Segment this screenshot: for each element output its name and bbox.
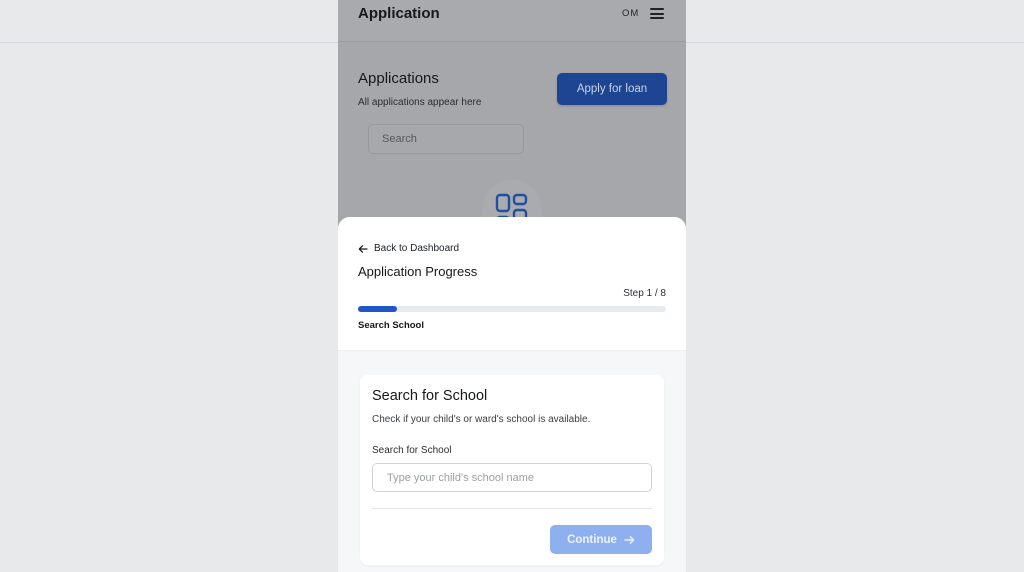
progress-title: Application Progress: [358, 264, 478, 279]
continue-button[interactable]: Continue: [550, 525, 652, 554]
applications-heading: Applications: [358, 70, 439, 87]
progress-section: Back to Dashboard Application Progress S…: [338, 217, 686, 351]
app-window: Application OM Applications All applicat…: [338, 0, 686, 572]
application-progress-sheet: Back to Dashboard Application Progress S…: [338, 217, 686, 572]
step-counter: Step 1 / 8: [623, 288, 666, 299]
apply-for-loan-button[interactable]: Apply for loan: [557, 73, 667, 105]
continue-label: Continue: [567, 533, 617, 546]
school-field-label: Search for School: [372, 445, 452, 456]
back-label: Back to Dashboard: [374, 243, 460, 254]
app-header: Application OM: [338, 0, 686, 42]
hamburger-menu-icon[interactable]: [650, 8, 664, 19]
school-search-input[interactable]: [372, 463, 652, 492]
card-title: Search for School: [372, 388, 488, 404]
current-step-name: Search School: [358, 320, 424, 331]
arrow-right-icon: [624, 535, 635, 544]
search-school-card: Search for School Check if your child's …: [360, 375, 664, 565]
back-to-dashboard-link[interactable]: Back to Dashboard: [358, 243, 459, 254]
card-subtitle: Check if your child's or ward's school i…: [372, 414, 591, 425]
progress-bar: [358, 306, 666, 312]
user-initials-avatar[interactable]: OM: [622, 8, 639, 19]
app-title: Application: [358, 5, 440, 22]
applications-search-input[interactable]: Search: [368, 124, 524, 154]
applications-subtitle: All applications appear here: [358, 97, 482, 108]
card-divider: [372, 508, 652, 509]
progress-bar-fill: [358, 306, 397, 312]
arrow-left-icon: [358, 244, 368, 253]
